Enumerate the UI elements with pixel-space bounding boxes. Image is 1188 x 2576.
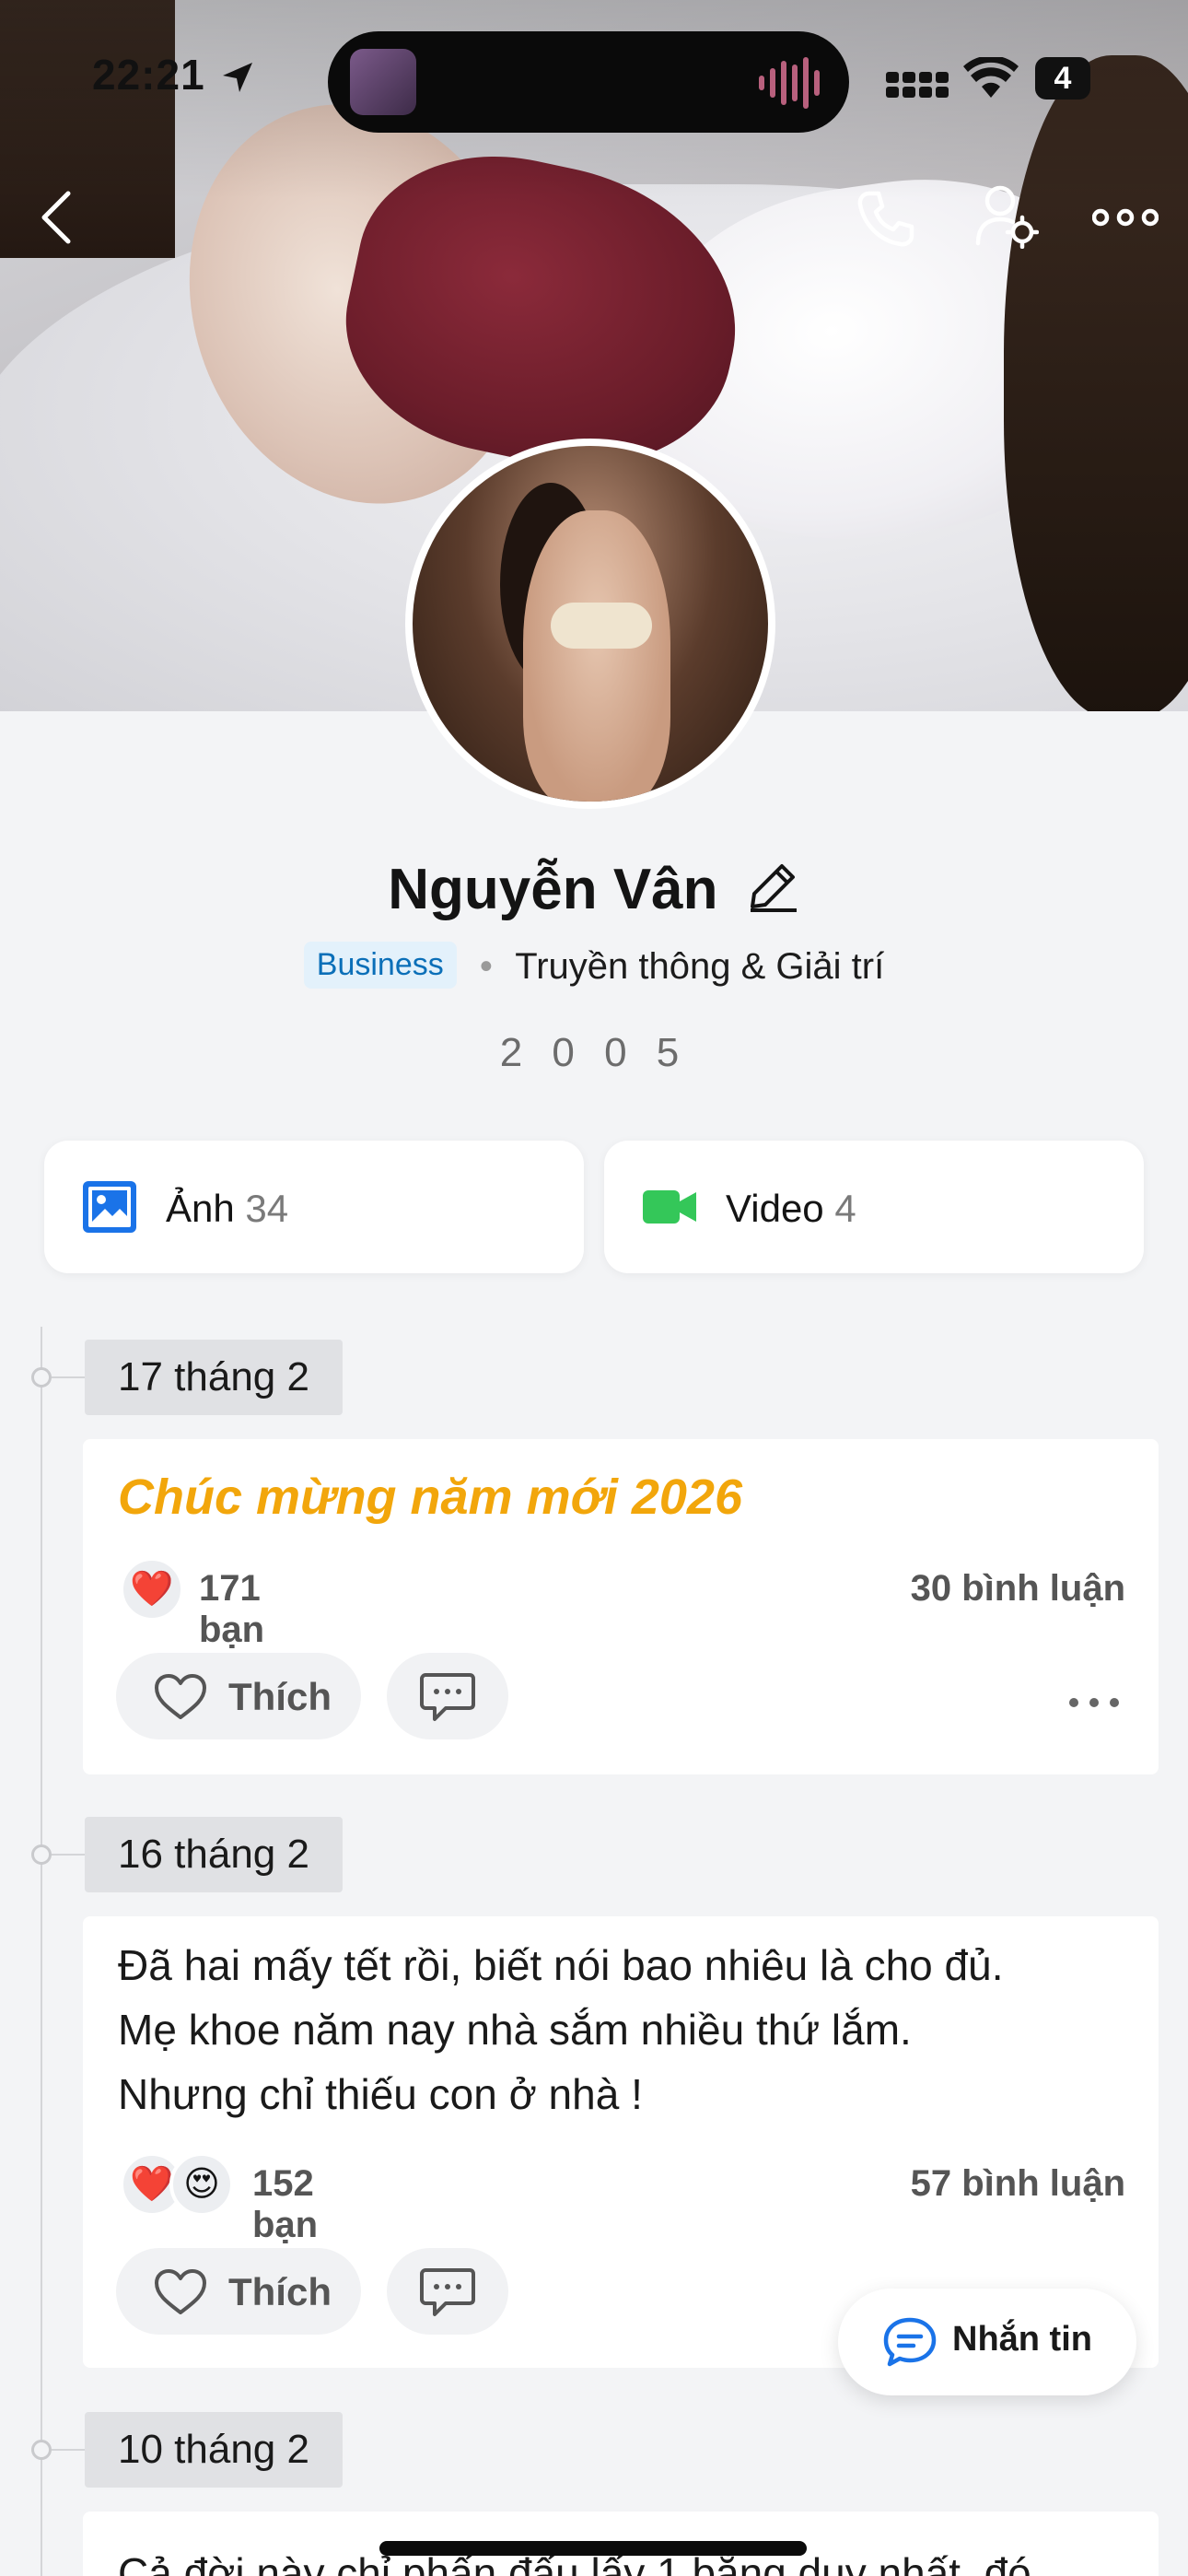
timeline-connector xyxy=(52,2449,85,2451)
photos-card[interactable]: Ảnh 34 xyxy=(44,1141,584,1273)
videos-count: 4 xyxy=(834,1187,856,1230)
reaction-count: 171 bạn xyxy=(199,1568,265,1650)
now-playing-thumbnail xyxy=(350,49,416,115)
user-gear-icon[interactable] xyxy=(974,182,1039,249)
post-card[interactable]: Chúc mừng năm mới 2026 ❤️ 171 bạn 30 bìn… xyxy=(83,1439,1159,1774)
avatar-figure xyxy=(523,510,670,802)
timeline-date: 17 tháng 2 xyxy=(85,1340,343,1415)
like-label: Thích xyxy=(228,1675,332,1718)
heart-outline-icon xyxy=(155,2269,206,2314)
post-title: Chúc mừng năm mới 2026 xyxy=(118,1469,742,1525)
timeline-connector xyxy=(52,1376,85,1378)
home-indicator[interactable] xyxy=(379,2541,807,2556)
avatar[interactable] xyxy=(405,439,775,809)
comment-button[interactable] xyxy=(387,1653,508,1739)
profile-page: 22:21 4 Nguyễn Vân Business • Truyền thô… xyxy=(0,0,1188,2576)
heart-reaction-icon: ❤️ xyxy=(120,1557,184,1622)
image-icon xyxy=(83,1181,136,1233)
profile-name: Nguyễn Vân xyxy=(388,858,718,921)
post-more-icon[interactable] xyxy=(1066,1693,1122,1712)
post-body-line: Đã hai mấy tết rồi, biết nói bao nhiêu l… xyxy=(118,1941,1004,1989)
chevron-left-icon[interactable] xyxy=(33,184,81,251)
heart-outline-icon xyxy=(155,1674,206,1719)
chat-bubble-icon xyxy=(883,2317,937,2367)
dynamic-island[interactable] xyxy=(328,31,849,133)
videos-card[interactable]: Video 4 xyxy=(604,1141,1144,1273)
business-badge: Business xyxy=(303,942,457,989)
profile-category: Truyền thông & Giải trí xyxy=(515,946,885,987)
reaction-count: 152 bạn xyxy=(252,2163,319,2245)
post-body: Đã hai mấy tết rồi, biết nói bao nhiêu l… xyxy=(118,1933,1131,2126)
status-bar: 22:21 4 xyxy=(0,0,1188,157)
videos-label: Video xyxy=(726,1187,824,1230)
separator-dot: • xyxy=(479,946,493,987)
location-arrow-icon xyxy=(223,63,252,92)
audio-wave-icon xyxy=(759,57,820,109)
timeline-node xyxy=(31,2440,52,2460)
status-time: 22:21 xyxy=(92,51,205,99)
photos-label-row: Ảnh 34 xyxy=(166,1187,288,1231)
heart-eyes-reaction-icon: 😍 xyxy=(169,2152,234,2217)
profile-year: 2 0 0 5 xyxy=(499,1030,689,1075)
post-body-line: Nhưng chỉ thiếu con ở nhà ! xyxy=(118,2070,643,2118)
profile-name-row: Nguyễn Vân xyxy=(0,857,1188,922)
timeline-node xyxy=(31,1367,52,1388)
timeline-date: 10 tháng 2 xyxy=(85,2412,343,2488)
avatar-garment xyxy=(551,603,652,649)
timeline-node xyxy=(31,1844,52,1865)
video-camera-icon xyxy=(643,1190,696,1224)
cellular-signal-icon xyxy=(886,72,949,98)
timeline-date: 16 tháng 2 xyxy=(85,1817,343,1892)
comment-button[interactable] xyxy=(387,2248,508,2335)
timeline-line xyxy=(41,1327,42,2576)
comment-count[interactable]: 57 bình luận xyxy=(911,2163,1125,2205)
like-label: Thích xyxy=(228,2270,332,2313)
comment-bubble-icon xyxy=(420,2268,475,2316)
message-button[interactable]: Nhắn tin xyxy=(838,2289,1136,2395)
phone-icon[interactable] xyxy=(853,186,917,251)
profile-category-row: Business • Truyền thông & Giải trí xyxy=(0,942,1188,989)
like-button[interactable]: Thích xyxy=(116,2248,361,2335)
wifi-icon xyxy=(963,57,1019,98)
battery-indicator: 4 xyxy=(1035,57,1090,100)
comment-count[interactable]: 30 bình luận xyxy=(911,1568,1125,1610)
like-button[interactable]: Thích xyxy=(116,1653,361,1739)
edit-pencil-icon[interactable] xyxy=(747,859,800,912)
videos-label-row: Video 4 xyxy=(726,1187,856,1231)
message-button-label: Nhắn tin xyxy=(952,2320,1092,2359)
photos-label: Ảnh xyxy=(166,1187,235,1230)
post-body-line: Mẹ khoe năm nay nhà sắm nhiều thứ lắm. xyxy=(118,2006,912,2054)
more-horizontal-icon[interactable] xyxy=(1092,199,1159,236)
comment-bubble-icon xyxy=(420,1673,475,1721)
photos-count: 34 xyxy=(245,1187,289,1230)
timeline-connector xyxy=(52,1854,85,1856)
